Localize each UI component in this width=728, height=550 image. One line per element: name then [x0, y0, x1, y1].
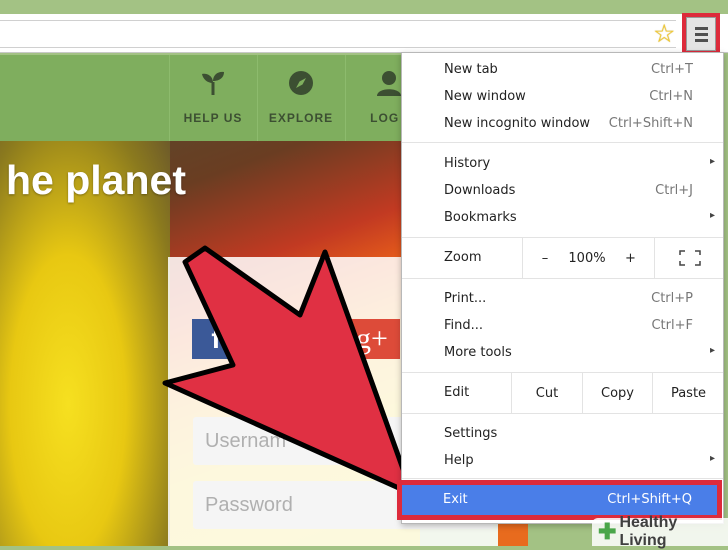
zoom-level: 100% — [568, 250, 606, 266]
menu-row-zoom: Zoom – 100% + — [402, 238, 723, 278]
menu-item-new-incognito-window[interactable]: New incognito window Ctrl+Shift+N — [402, 111, 723, 137]
edit-label: Edit — [444, 385, 470, 400]
nav-help-us[interactable]: HELP US — [169, 55, 256, 141]
menu-item-new-window[interactable]: New window Ctrl+N — [402, 84, 723, 110]
copy-button[interactable]: Copy — [582, 373, 652, 413]
fullscreen-button[interactable] — [654, 238, 724, 278]
menu-label: Settings — [444, 426, 498, 441]
submenu-arrow-icon: ▸ — [709, 453, 715, 464]
menu-shortcut: Ctrl+F — [651, 318, 693, 333]
menu-label: New incognito window — [444, 116, 591, 131]
paste-button[interactable]: Paste — [652, 373, 724, 413]
menu-item-downloads[interactable]: Downloads Ctrl+J — [402, 178, 723, 204]
sprout-icon — [170, 69, 256, 97]
menu-label: Find... — [444, 318, 484, 333]
google-plus-icon: g+ — [356, 322, 388, 355]
menu-separator — [402, 278, 723, 279]
star-icon[interactable]: ☆ — [653, 21, 675, 46]
menu-label: More tools — [444, 345, 512, 360]
nav-explore-label: EXPLORE — [268, 111, 334, 125]
menu-item-print[interactable]: Print... Ctrl+P — [402, 286, 723, 312]
exit-label: Exit — [443, 492, 468, 507]
menu-separator — [402, 413, 723, 414]
healthy-living-watermark: ✚ Healthy Living — [592, 514, 728, 549]
menu-item-more-tools[interactable]: More tools ▸ — [402, 340, 723, 366]
menu-item-bookmarks[interactable]: Bookmarks ▸ — [402, 205, 723, 231]
address-bar[interactable] — [0, 20, 676, 48]
fullscreen-icon — [678, 250, 701, 266]
menu-separator — [402, 478, 723, 479]
menu-item-find[interactable]: Find... Ctrl+F — [402, 313, 723, 339]
chrome-menu: New tab Ctrl+T New window Ctrl+N New inc… — [401, 52, 724, 524]
watermark-brand: Healthy Living — [619, 514, 678, 549]
nav-help-us-label: HELP US — [183, 111, 243, 125]
browser-frame — [0, 0, 728, 14]
menu-item-settings[interactable]: Settings — [402, 421, 723, 447]
menu-label: Help — [444, 453, 474, 468]
plus-logo-icon: ✚ — [598, 519, 617, 544]
menu-row-edit: Edit Cut Copy Paste — [402, 373, 723, 413]
compass-icon — [258, 69, 344, 97]
submenu-arrow-icon: ▸ — [709, 156, 715, 167]
facebook-icon: f — [211, 323, 221, 354]
menu-label: Bookmarks — [444, 210, 517, 225]
menu-item-help[interactable]: Help ▸ — [402, 448, 723, 474]
zoom-in-button[interactable]: + — [608, 238, 653, 278]
menu-label: New tab — [444, 62, 498, 77]
menu-shortcut: Ctrl+P — [651, 291, 693, 306]
hero-title: he planet — [6, 157, 186, 203]
facebook-login-button[interactable]: f — [192, 319, 240, 359]
menu-label: Print... — [444, 291, 487, 306]
menu-label: Downloads — [444, 183, 516, 198]
menu-shortcut: Ctrl+J — [655, 183, 693, 198]
google-plus-login-button[interactable]: g+ — [344, 319, 400, 359]
hamburger-icon — [686, 17, 716, 51]
menu-shortcut: Ctrl+T — [651, 62, 693, 77]
cut-button[interactable]: Cut — [511, 373, 582, 413]
chrome-menu-button[interactable] — [682, 13, 720, 55]
exit-shortcut: Ctrl+Shift+Q — [607, 492, 692, 507]
menu-shortcut: Ctrl+N — [649, 89, 693, 104]
menu-item-new-tab[interactable]: New tab Ctrl+T — [402, 57, 723, 83]
zoom-label: Zoom — [444, 250, 482, 265]
submenu-arrow-icon: ▸ — [709, 210, 715, 221]
zoom-out-button[interactable]: – — [522, 238, 567, 278]
nav-explore[interactable]: EXPLORE — [257, 55, 344, 141]
menu-separator — [402, 142, 723, 143]
address-bar-area — [0, 14, 728, 53]
menu-label: New window — [444, 89, 526, 104]
submenu-arrow-icon: ▸ — [709, 345, 715, 356]
menu-shortcut: Ctrl+Shift+N — [608, 116, 693, 131]
login-heading: ia — [248, 282, 262, 297]
menu-item-exit[interactable]: Exit Ctrl+Shift+Q — [402, 485, 717, 515]
menu-item-history[interactable]: History ▸ — [402, 151, 723, 177]
menu-label: History — [444, 156, 491, 171]
